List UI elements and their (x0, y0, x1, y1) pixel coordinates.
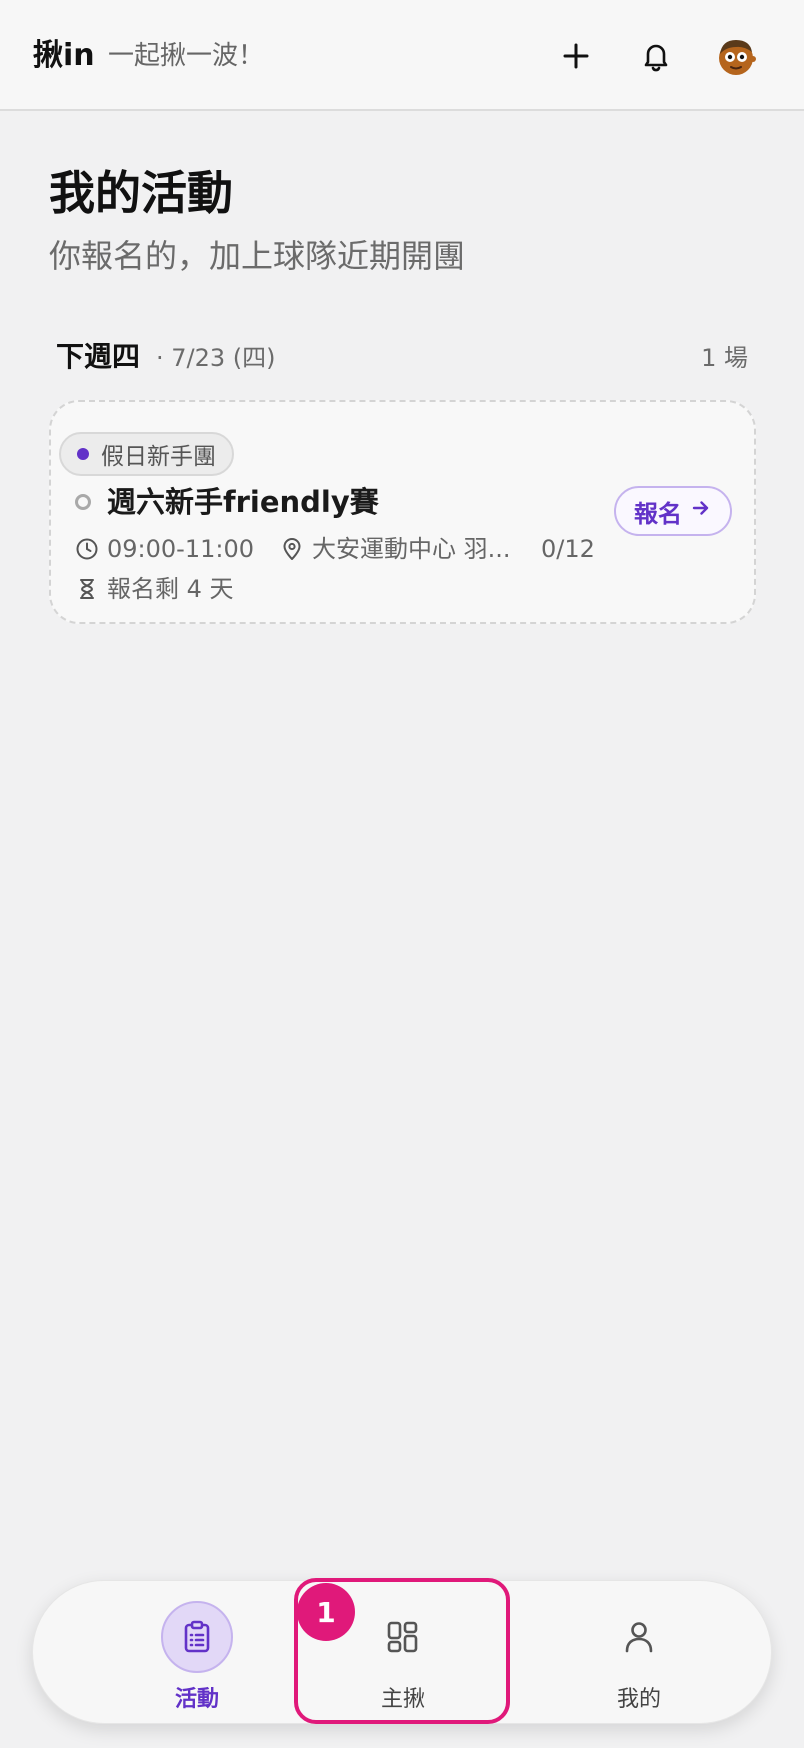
event-capacity: 0/12 (541, 535, 595, 563)
nav-item-mine[interactable]: 我的 (539, 1581, 739, 1725)
plus-icon[interactable] (552, 32, 600, 80)
clipboard-icon (161, 1601, 233, 1673)
group-chip[interactable]: 假日新手團 (59, 432, 234, 476)
event-title[interactable]: 週六新手friendly賽 (107, 482, 379, 522)
highlight-badge: 1 (297, 1583, 355, 1641)
event-place: 大安運動中心 羽... (312, 535, 511, 563)
group-chip-label: 假日新手團 (101, 444, 216, 470)
status-ring-icon (75, 494, 91, 510)
app-tagline: 一起揪一波！ (108, 41, 265, 71)
event-time: 09:00-11:00 (107, 535, 254, 563)
section-day-label: 下週四 (56, 340, 141, 373)
arrow-right-icon (690, 497, 712, 525)
section-date: · 7/23 (四) (156, 344, 276, 372)
avatar[interactable] (712, 32, 760, 80)
nav-label-mine: 我的 (616, 1687, 661, 1712)
bell-icon[interactable] (632, 32, 680, 80)
bottom-nav: 活動 主揪 我的 (32, 1580, 772, 1724)
group-dot-icon (77, 448, 89, 460)
clock-icon (75, 537, 99, 561)
app-header: 揪in 一起揪一波！ (0, 0, 804, 111)
section-event-count: 1 場 (701, 344, 748, 372)
user-icon (603, 1601, 675, 1673)
hourglass-icon (75, 577, 99, 601)
event-card[interactable]: 假日新手團 週六新手friendly賽 09:00-11:00 大安運動中心 羽… (49, 400, 756, 624)
page-subtitle: 你報名的，加上球隊近期開團 (49, 237, 466, 275)
signup-button[interactable]: 報名 (614, 486, 732, 536)
page-title: 我的活動 (49, 166, 233, 220)
nav-label-activities: 活動 (174, 1687, 219, 1712)
event-meta-row: 09:00-11:00 大安運動中心 羽... 0/12 (75, 532, 595, 566)
event-deadline: 報名剩 4 天 (107, 575, 234, 603)
deadline-row: 報名剩 4 天 (75, 572, 234, 606)
signup-button-label: 報名 (634, 499, 682, 528)
nav-label-host: 主揪 (380, 1687, 425, 1712)
nav-item-activities[interactable]: 活動 (97, 1581, 297, 1725)
app-brand[interactable]: 揪in (33, 36, 95, 76)
location-pin-icon (280, 537, 304, 561)
grid-icon (367, 1601, 439, 1673)
